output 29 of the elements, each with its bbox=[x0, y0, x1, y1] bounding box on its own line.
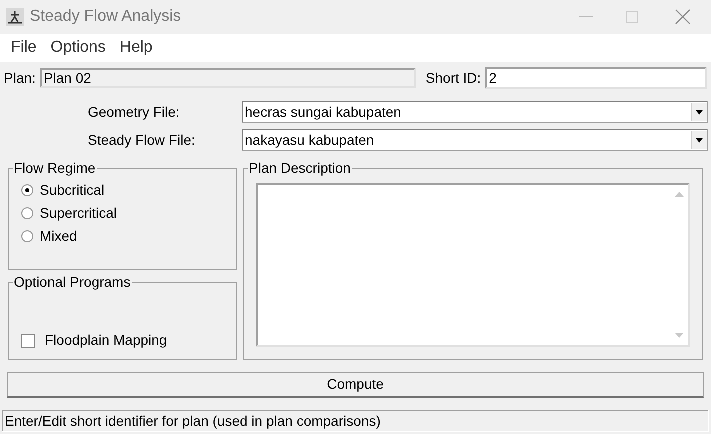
app-icon bbox=[6, 8, 24, 26]
radio-button[interactable] bbox=[21, 207, 34, 220]
radio-button[interactable] bbox=[21, 184, 34, 197]
short-id-field[interactable]: 2 bbox=[485, 67, 707, 89]
scroll-up-icon[interactable] bbox=[675, 191, 684, 197]
checkbox-label: Floodplain Mapping bbox=[45, 331, 168, 350]
minimize-icon[interactable] bbox=[579, 16, 593, 18]
status-bar: Enter/Edit short identifier for plan (used in plan comparisons) bbox=[2, 410, 709, 432]
radio-label: Mixed bbox=[40, 227, 78, 246]
maximize-icon[interactable] bbox=[626, 11, 638, 23]
close-icon[interactable] bbox=[675, 9, 691, 25]
radio-label: Supercritical bbox=[40, 204, 118, 223]
plan-label: Plan: bbox=[4, 68, 36, 88]
menu-item[interactable]: Options bbox=[44, 36, 113, 60]
menu-item[interactable]: File bbox=[4, 36, 44, 60]
radio-label: Subcritical bbox=[40, 181, 105, 200]
dropdown[interactable]: nakayasu kabupaten bbox=[242, 129, 708, 151]
menu-item[interactable]: Help bbox=[112, 36, 160, 60]
checkbox[interactable] bbox=[21, 334, 35, 348]
dropdown[interactable]: hecras sungai kabupaten bbox=[242, 101, 708, 123]
field-label: Geometry File: bbox=[87, 102, 181, 122]
short-id-label: Short ID: bbox=[426, 68, 482, 88]
radio-button[interactable] bbox=[21, 230, 34, 243]
field-label: Steady Flow File: bbox=[87, 130, 196, 150]
compute-button[interactable]: Compute bbox=[7, 372, 704, 398]
plan-field[interactable]: Plan 02 bbox=[40, 68, 416, 88]
description-textarea[interactable] bbox=[256, 183, 690, 347]
scroll-down-icon[interactable] bbox=[675, 333, 684, 339]
window-title: Steady Flow Analysis bbox=[30, 7, 182, 27]
